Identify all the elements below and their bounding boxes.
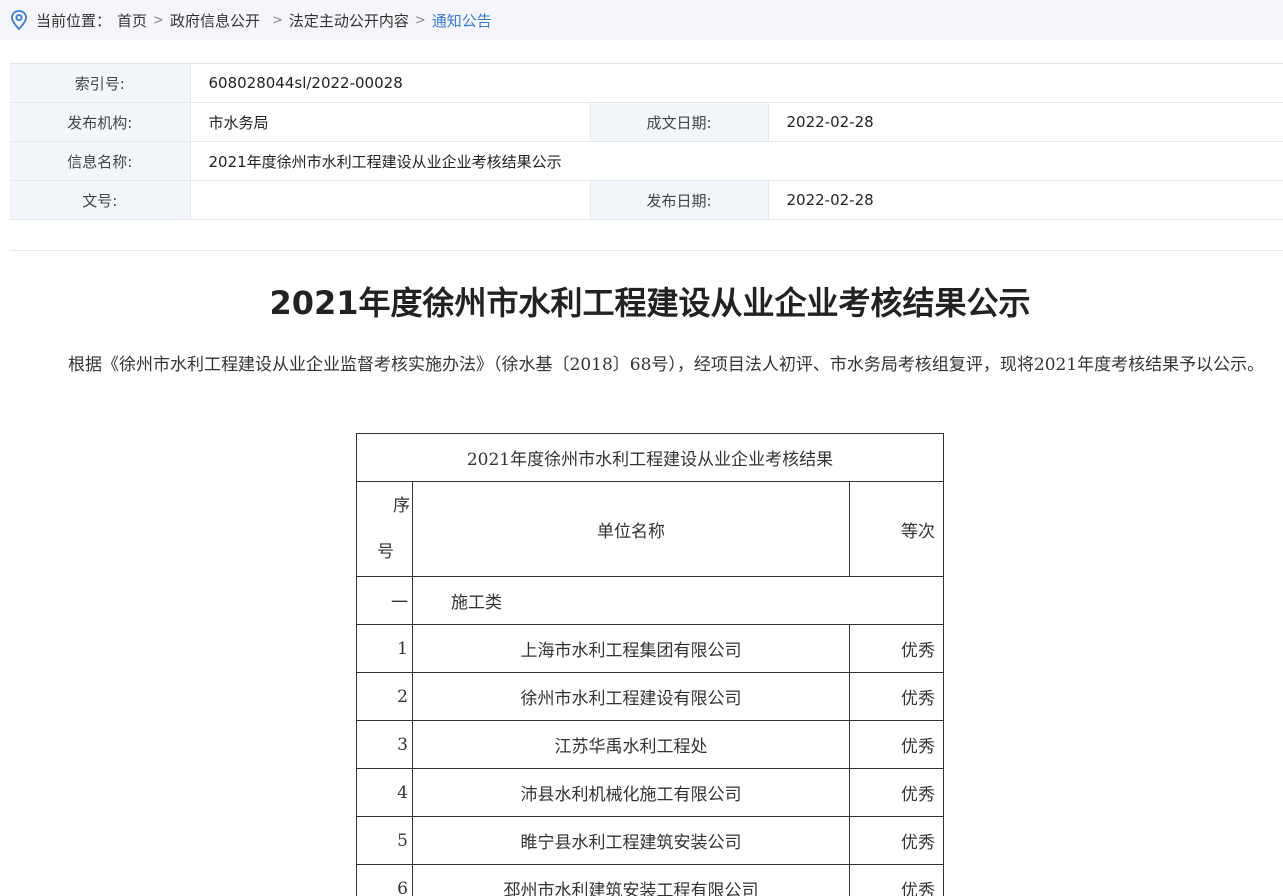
row-no: 3: [356, 720, 413, 769]
breadcrumb-link-home[interactable]: 首页: [117, 10, 147, 31]
results-header-row: 序 号 单位名称 等次: [356, 481, 944, 577]
results-caption: 2021年度徐州市水利工程建设从业企业考核结果: [356, 433, 944, 482]
row-grade: 优秀: [849, 672, 944, 721]
index-value: 608028044sl/2022-00028: [190, 63, 1283, 103]
info-name-label: 信息名称:: [10, 141, 191, 181]
breadcrumb-link-notices[interactable]: 通知公告: [432, 10, 492, 31]
breadcrumb-separator: >: [153, 12, 164, 28]
row-unit-name: 徐州市水利工程建设有限公司: [412, 672, 850, 721]
breadcrumb-separator: >: [414, 12, 426, 28]
row-unit-name: 沛县水利机械化施工有限公司: [412, 768, 850, 817]
meta-row-index: 索引号: 608028044sl/2022-00028: [10, 63, 1283, 103]
meta-row-docno: 文号: 发布日期: 2022-02-28: [10, 180, 1283, 220]
row-grade: 优秀: [849, 816, 944, 865]
table-row: 6 邳州市水利建筑安装工程有限公司 优秀: [356, 864, 944, 896]
breadcrumb-link-legal-content[interactable]: 法定主动公开内容: [289, 10, 409, 31]
row-grade: 优秀: [849, 864, 944, 896]
info-metadata-table: 索引号: 608028044sl/2022-00028 发布机构: 市水务局 成…: [10, 63, 1283, 220]
created-date-label: 成文日期:: [590, 102, 769, 142]
header-no-line1: 序: [393, 496, 410, 516]
header-grade: 等次: [849, 481, 944, 577]
category-no: 一: [356, 576, 413, 625]
row-no: 4: [356, 768, 413, 817]
header-no-line2: 号: [377, 542, 394, 562]
publisher-value: 市水务局: [190, 102, 591, 142]
row-unit-name: 江苏华禹水利工程处: [412, 720, 850, 769]
row-grade: 优秀: [849, 768, 944, 817]
index-label: 索引号:: [10, 63, 191, 103]
info-name-value: 2021年度徐州市水利工程建设从业企业考核结果公示: [190, 141, 1283, 181]
created-date-value: 2022-02-28: [768, 102, 1283, 142]
content-divider: [10, 250, 1283, 251]
assessment-results-table: 2021年度徐州市水利工程建设从业企业考核结果 序 号 单位名称 等次 一 施工…: [356, 433, 944, 896]
category-row: 一 施工类: [356, 576, 944, 625]
header-no: 序 号: [356, 481, 413, 577]
table-row: 5 睢宁县水利工程建筑安装公司 优秀: [356, 816, 944, 865]
breadcrumb-separator: >: [271, 12, 283, 28]
publisher-label: 发布机构:: [10, 102, 191, 142]
meta-row-name: 信息名称: 2021年度徐州市水利工程建设从业企业考核结果公示: [10, 141, 1283, 181]
published-date-label: 发布日期:: [590, 180, 769, 220]
row-unit-name: 邳州市水利建筑安装工程有限公司: [412, 864, 850, 896]
category-label: 施工类: [412, 576, 944, 625]
row-no: 6: [356, 864, 413, 896]
row-unit-name: 睢宁县水利工程建筑安装公司: [412, 816, 850, 865]
row-unit-name: 上海市水利工程集团有限公司: [412, 624, 850, 673]
article-intro-paragraph: 根据《徐州市水利工程建设从业企业监督考核实施办法》（徐水基〔2018〕68号），…: [68, 355, 1265, 375]
breadcrumb-label: 当前位置：: [36, 11, 112, 30]
breadcrumb: 当前位置： 首页 > 政府信息公开 > 法定主动公开内容 > 通知公告: [0, 0, 1283, 40]
table-row: 2 徐州市水利工程建设有限公司 优秀: [356, 672, 944, 721]
row-no: 1: [356, 624, 413, 673]
table-row: 4 沛县水利机械化施工有限公司 优秀: [356, 768, 944, 817]
results-caption-row: 2021年度徐州市水利工程建设从业企业考核结果: [356, 433, 944, 482]
header-unit-name: 单位名称: [412, 481, 850, 577]
published-date-value: 2022-02-28: [768, 180, 1283, 220]
meta-row-publisher: 发布机构: 市水务局 成文日期: 2022-02-28: [10, 102, 1283, 142]
row-grade: 优秀: [849, 720, 944, 769]
breadcrumb-link-gov-info[interactable]: 政府信息公开: [170, 10, 260, 31]
article-title: 2021年度徐州市水利工程建设从业企业考核结果公示: [269, 284, 1031, 322]
row-grade: 优秀: [849, 624, 944, 673]
location-pin-icon: [10, 10, 28, 31]
row-no: 5: [356, 816, 413, 865]
doc-number-label: 文号:: [10, 180, 191, 220]
doc-number-value: [190, 180, 591, 220]
row-no: 2: [356, 672, 413, 721]
table-row: 1 上海市水利工程集团有限公司 优秀: [356, 624, 944, 673]
table-row: 3 江苏华禹水利工程处 优秀: [356, 720, 944, 769]
